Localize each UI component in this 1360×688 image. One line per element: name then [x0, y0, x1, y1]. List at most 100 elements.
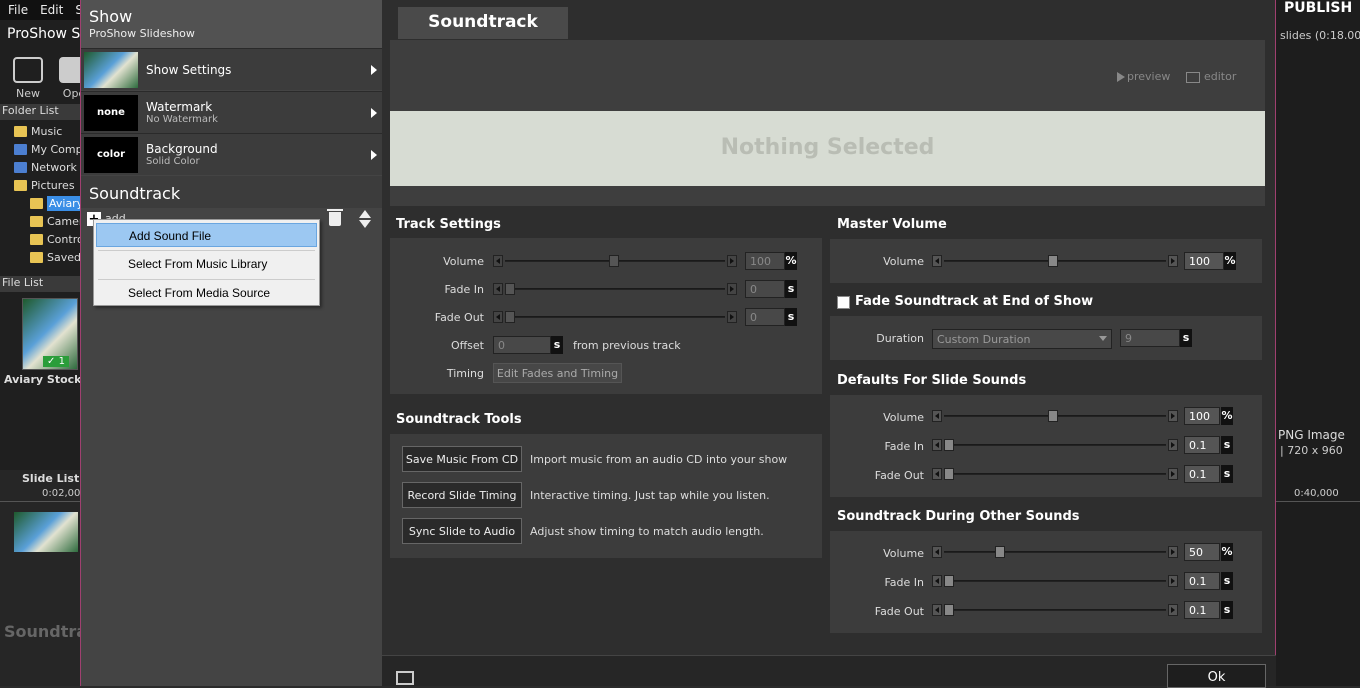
- folder-icon: [30, 233, 43, 245]
- slide-list-area: [0, 470, 80, 686]
- file-list-header: File List: [0, 276, 80, 292]
- nav-background[interactable]: color Background Solid Color: [81, 133, 383, 175]
- sort-icon[interactable]: [359, 210, 371, 230]
- seconds-unit: s: [785, 308, 797, 326]
- seconds-unit: s: [551, 336, 563, 354]
- track-settings-title: Track Settings: [396, 217, 501, 232]
- folder-item-network[interactable]: Network: [14, 158, 77, 176]
- volume-label: Volume: [443, 255, 484, 268]
- folder-icon: [14, 179, 27, 191]
- track-fade-in-input[interactable]: 0: [745, 280, 785, 298]
- fade-out-label: Fade Out: [874, 605, 924, 618]
- track-fade-in-slider[interactable]: [493, 283, 737, 295]
- during-fade-in-slider[interactable]: [932, 575, 1178, 587]
- offset-input[interactable]: 0: [493, 336, 551, 354]
- during-fade-in-input[interactable]: 0.1: [1184, 572, 1220, 590]
- show-subtitle: ProShow Slideshow: [89, 27, 195, 40]
- folder-item-computer[interactable]: My Compu: [14, 140, 90, 158]
- nav-watermark[interactable]: none Watermark No Watermark: [81, 91, 383, 133]
- volume-label: Volume: [883, 547, 924, 560]
- toolbar: New Ope: [0, 55, 89, 100]
- edit-fades-button[interactable]: Edit Fades and Timing: [493, 363, 622, 383]
- menu-item-music-library[interactable]: Select From Music Library: [96, 252, 317, 276]
- track-fade-out-input[interactable]: 0: [745, 308, 785, 326]
- folder-item-saved[interactable]: Saved: [30, 248, 81, 266]
- folder-icon: [30, 197, 43, 209]
- defaults-volume-slider[interactable]: [932, 410, 1178, 422]
- defaults-fade-in-input[interactable]: 0.1: [1184, 436, 1220, 454]
- record-slide-timing-button[interactable]: Record Slide Timing: [402, 482, 522, 508]
- defaults-fade-in-slider[interactable]: [932, 439, 1178, 451]
- master-volume-slider[interactable]: [932, 255, 1178, 267]
- fade-end-checkbox[interactable]: [837, 296, 850, 309]
- defaults-slide-sounds-title: Defaults For Slide Sounds: [837, 373, 1027, 388]
- menu-separator: [98, 279, 315, 280]
- during-volume-input[interactable]: 50: [1184, 543, 1220, 561]
- folder-icon: [14, 125, 27, 137]
- master-volume-input[interactable]: 100: [1184, 252, 1224, 270]
- defaults-volume-input[interactable]: 100: [1184, 407, 1220, 425]
- seconds-unit: s: [1180, 329, 1192, 347]
- nav-show-settings[interactable]: Show Settings: [81, 48, 383, 90]
- new-button[interactable]: New: [10, 55, 46, 100]
- computer-icon: [14, 143, 27, 155]
- folder-item-control[interactable]: Contro: [30, 230, 84, 248]
- dialog-footer: [382, 655, 1276, 686]
- show-header: Show ProShow Slideshow: [81, 0, 383, 48]
- add-context-menu: Add Sound File Select From Music Library…: [93, 219, 320, 306]
- file-thumbnail[interactable]: ✓ 1: [22, 298, 78, 370]
- preview-button[interactable]: preview: [1117, 70, 1170, 83]
- ok-button[interactable]: Ok: [1167, 664, 1266, 688]
- play-icon: [1117, 72, 1125, 82]
- folder-tree: Music My Compu Network Pictures Aviary C…: [0, 122, 90, 270]
- folder-list-header: Folder List: [0, 104, 80, 120]
- track-volume-input[interactable]: 100: [745, 252, 785, 270]
- folder-item-pictures[interactable]: Pictures: [14, 176, 75, 194]
- chevron-right-icon: [371, 107, 377, 118]
- fade-out-label: Fade Out: [434, 311, 484, 324]
- tool-description: Import music from an audio CD into your …: [530, 453, 788, 466]
- save-music-cd-button[interactable]: Save Music From CD: [402, 446, 522, 472]
- file-caption: Aviary Stock P: [4, 373, 80, 386]
- folder-icon: [30, 215, 43, 227]
- seconds-unit: s: [1221, 601, 1233, 619]
- folder-item-aviary[interactable]: Aviary: [30, 194, 86, 212]
- duration-input[interactable]: 9: [1120, 329, 1180, 347]
- new-label: New: [16, 87, 40, 100]
- track-fade-out-slider[interactable]: [493, 311, 737, 323]
- volume-label: Volume: [883, 255, 924, 268]
- during-fade-out-slider[interactable]: [932, 604, 1178, 616]
- tab-soundtrack[interactable]: Soundtrack: [398, 7, 568, 39]
- nav-title: Background: [146, 142, 218, 156]
- duration-label: Duration: [876, 332, 924, 345]
- nav-subtitle: Solid Color: [146, 156, 200, 167]
- menu-edit[interactable]: Edit: [40, 3, 63, 17]
- watermark-thumbnail: none: [84, 94, 138, 131]
- track-volume-slider[interactable]: [493, 255, 737, 267]
- timing-label: Timing: [446, 367, 484, 380]
- tab-slide-list[interactable]: Slide List: [22, 472, 80, 486]
- fade-in-label: Fade In: [884, 576, 924, 589]
- duration-select[interactable]: Custom Duration: [932, 329, 1112, 349]
- editor-button[interactable]: editor: [1186, 70, 1236, 83]
- menu-item-add-sound-file[interactable]: Add Sound File: [96, 223, 317, 247]
- folder-item-camera[interactable]: Camer: [30, 212, 83, 230]
- new-icon: [13, 57, 43, 83]
- show-title: Show: [89, 7, 133, 26]
- during-fade-out-input[interactable]: 0.1: [1184, 601, 1220, 619]
- defaults-fade-out-slider[interactable]: [932, 468, 1178, 480]
- seconds-unit: s: [1221, 572, 1233, 590]
- menu-file[interactable]: File: [8, 3, 28, 17]
- defaults-fade-out-input[interactable]: 0.1: [1184, 465, 1220, 483]
- slide-count: slides (0:18.00): [1280, 29, 1360, 42]
- window-icon[interactable]: [396, 671, 414, 685]
- sync-slide-audio-button[interactable]: Sync Slide to Audio: [402, 518, 522, 544]
- timeline-ruler: 0:02,000: [0, 488, 87, 502]
- dialog-left-panel: Show ProShow Slideshow Show Settings non…: [80, 0, 383, 686]
- during-volume-slider[interactable]: [932, 546, 1178, 558]
- publish-button[interactable]: PUBLISH: [1276, 0, 1360, 20]
- folder-item-music[interactable]: Music: [14, 122, 62, 140]
- trash-icon[interactable]: [327, 209, 343, 226]
- menu-item-media-source[interactable]: Select From Media Source: [96, 281, 317, 305]
- slide-thumbnail[interactable]: [14, 512, 78, 552]
